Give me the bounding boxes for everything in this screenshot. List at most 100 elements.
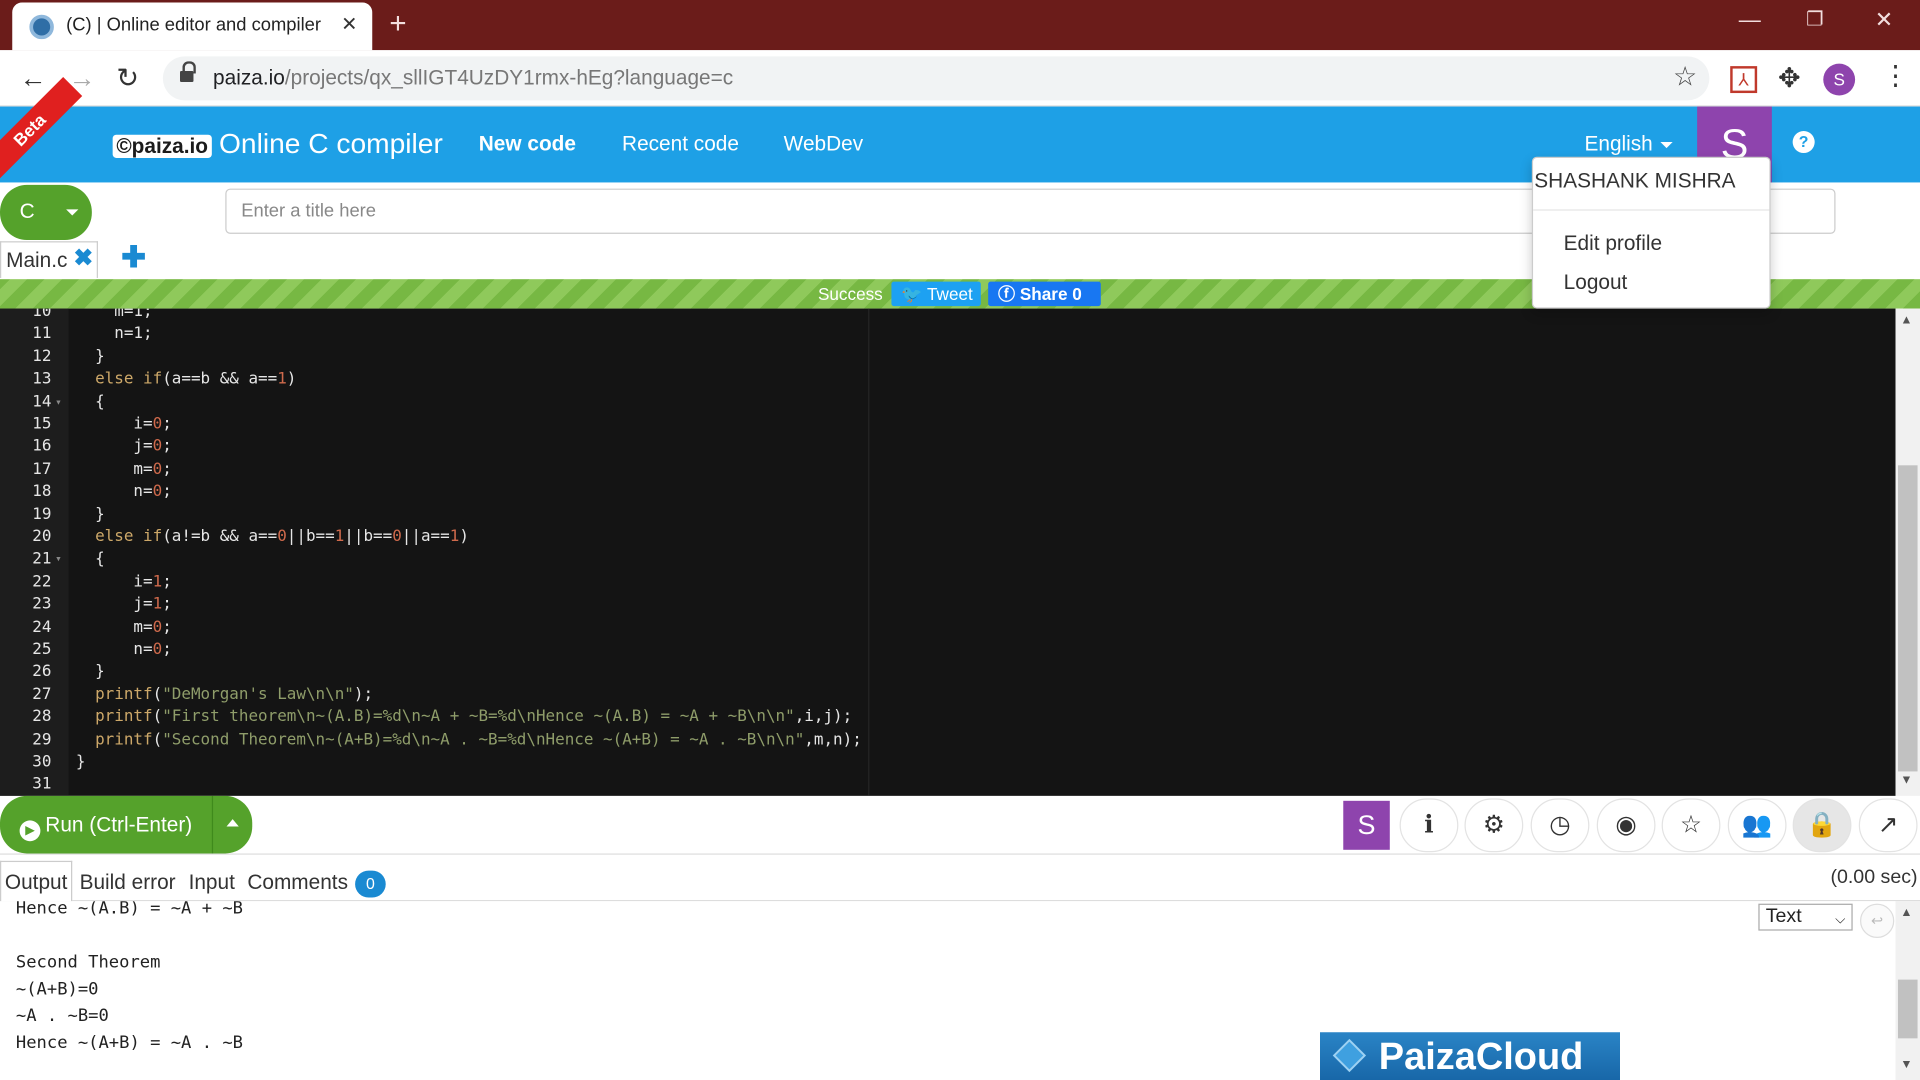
tab-input[interactable]: Input [189,871,235,895]
code-line[interactable]: 13 else if(a==b && a==1) [0,369,1896,392]
add-file-icon[interactable]: ✚ [121,240,146,276]
owner-avatar[interactable]: S [1343,800,1390,850]
facebook-share-button[interactable]: ⓕ Share 0 [988,281,1101,307]
language-menu[interactable]: English [1584,132,1673,156]
minimize-icon[interactable]: — [1739,7,1761,33]
code-text: j=1; [75,595,172,614]
code-line[interactable]: 23 j=1; [0,594,1896,617]
code-line[interactable]: 21 ▾ { [0,549,1896,572]
paizacloud-logo-icon [1332,1038,1367,1073]
tab-output[interactable]: Output [5,871,68,895]
code-line[interactable]: 11 n=1; [0,324,1896,347]
code-text: } [75,505,105,524]
settings-icon[interactable]: ⚙ [1464,798,1524,853]
browser-profile-avatar[interactable]: S [1823,63,1856,96]
fold-arrow-icon[interactable]: ▾ [55,391,62,414]
scroll-up-icon[interactable]: ▲ [1900,906,1912,919]
code-line[interactable]: 18 n=0; [0,481,1896,504]
nav-new-code[interactable]: New code [479,132,576,156]
history-icon[interactable]: ◷ [1530,798,1590,853]
extensions-puzzle-icon[interactable]: ✥ [1778,62,1801,94]
bookmark-star-icon[interactable]: ☆ [1673,61,1697,93]
code-line[interactable]: 20 else if(a!=b && a==0||b==1||b==0||a==… [0,527,1896,550]
paiza-favicon-icon [29,14,54,40]
back-icon[interactable]: ← [20,62,47,94]
browser-menu-icon[interactable]: ⋮ [1882,60,1909,92]
close-window-icon[interactable]: ✕ [1875,7,1893,33]
private-lock-icon[interactable]: 🔒 [1792,798,1852,853]
favorite-icon[interactable]: ☆ [1661,798,1721,853]
scroll-down-icon[interactable]: ▼ [1900,774,1912,787]
code-line[interactable]: 31 [0,774,1896,796]
nav-recent-code[interactable]: Recent code [622,132,739,156]
close-file-icon[interactable]: ✖ [73,245,92,273]
line-number: 28 [32,707,52,727]
code-text: { [75,550,105,569]
address-bar[interactable]: paiza.io/projects/qx_sllIGT4UzDY1rmx-hEg… [162,56,1710,101]
editor-scrollbar[interactable]: ▲ ▼ [1895,308,1920,796]
scroll-thumb[interactable] [1897,465,1918,772]
wrap-toggle-icon[interactable]: ↩ [1860,903,1895,938]
output-scrollbar[interactable]: ▲ ▼ [1895,901,1920,1080]
tab-comments[interactable]: Comments [247,871,348,895]
menu-item-edit-profile[interactable]: Edit profile [1564,231,1662,255]
run-options-caret-icon[interactable] [226,819,239,827]
line-number: 25 [32,640,52,659]
brand[interactable]: ©paiza.io Online C compiler [112,127,443,160]
info-icon[interactable]: ℹ [1399,798,1459,853]
github-icon[interactable]: ◉ [1596,798,1656,853]
code-line[interactable]: 14 ▾ { [0,391,1896,414]
code-line[interactable]: 17 m=0; [0,459,1896,482]
code-line[interactable]: 26 } [0,662,1896,685]
code-line[interactable]: 28 printf("First theorem\n~(A.B)=%d\n~A … [0,707,1896,730]
code-line[interactable]: 15 i=0; [0,414,1896,437]
code-line[interactable]: 25 n=0; [0,639,1896,662]
user-dropdown-menu: SHASHANK MISHRA Edit profile Logout [1531,156,1771,309]
share-icon[interactable]: ↗ [1858,798,1918,853]
output-format-select[interactable]: Text ⌵ [1758,903,1853,931]
code-line[interactable]: 19 } [0,504,1896,527]
code-text: n=0; [75,640,172,659]
run-button[interactable]: ▶ Run (Ctrl-Enter) [0,795,253,854]
scroll-up-icon[interactable]: ▲ [1900,313,1912,326]
url-text[interactable]: paiza.io/projects/qx_sllIGT4UzDY1rmx-hEg… [213,66,733,90]
brand-title: Online C compiler [219,127,443,160]
code-line[interactable]: 22 i=1; [0,572,1896,595]
code-text: printf("Second Theorem\n~(A+B)=%d\n~A . … [95,730,862,749]
user-name: SHASHANK MISHRA [1534,168,1736,193]
language-select-button[interactable]: C [0,184,92,241]
new-tab-icon[interactable]: + [389,7,406,41]
code-line[interactable]: 16 j=0; [0,436,1896,459]
code-line[interactable]: 24 m=0; [0,617,1896,640]
line-number: 18 [32,482,52,502]
output-tabs: Output Build error Input Comments 0 (0.0… [0,860,1920,902]
browser-tab-strip: (C) | Online editor and compiler ✕ + — ❐… [0,0,1920,51]
code-text: m=0; [75,460,172,479]
code-line[interactable]: 27 printf("DeMorgan's Law\n\n"); [0,684,1896,707]
scroll-down-icon[interactable]: ▼ [1900,1058,1912,1071]
tab-close-icon[interactable]: ✕ [341,12,357,36]
pdf-extension-icon[interactable]: ⅄ [1730,66,1758,94]
menu-item-logout[interactable]: Logout [1564,271,1628,295]
code-text: i=1; [75,572,172,592]
tweet-button[interactable]: 🐦 Tweet [891,281,981,307]
code-line[interactable]: 30} [0,752,1896,775]
code-editor[interactable]: 10 m=1; 11 n=1; 12 } 13 else if(a==b && a==… [0,308,1896,796]
fold-arrow-icon[interactable]: ▾ [55,549,62,572]
tab-build-error[interactable]: Build error [80,871,176,895]
code-line[interactable]: 10 m=1; [0,309,1896,324]
line-number: 29 [32,730,52,749]
paizacloud-banner[interactable]: PaizaCloud [1320,1032,1621,1080]
language-label: C [19,199,35,223]
code-text: else if(a!=b && a==0||b==1||b==0||a==1) [95,527,469,547]
file-tab-main[interactable]: Main.c ✖ [0,241,98,278]
nav-webdev[interactable]: WebDev [784,132,863,156]
browser-tab[interactable]: (C) | Online editor and compiler ✕ [12,2,373,51]
collaborators-icon[interactable]: 👥 [1727,798,1787,853]
reload-icon[interactable]: ↻ [116,62,139,94]
restore-icon[interactable]: ❐ [1806,7,1824,31]
help-icon[interactable]: ? [1792,131,1815,154]
code-line[interactable]: 12 } [0,346,1896,369]
scroll-thumb[interactable] [1897,979,1918,1039]
code-line[interactable]: 29 printf("Second Theorem\n~(A+B)=%d\n~A… [0,729,1896,752]
